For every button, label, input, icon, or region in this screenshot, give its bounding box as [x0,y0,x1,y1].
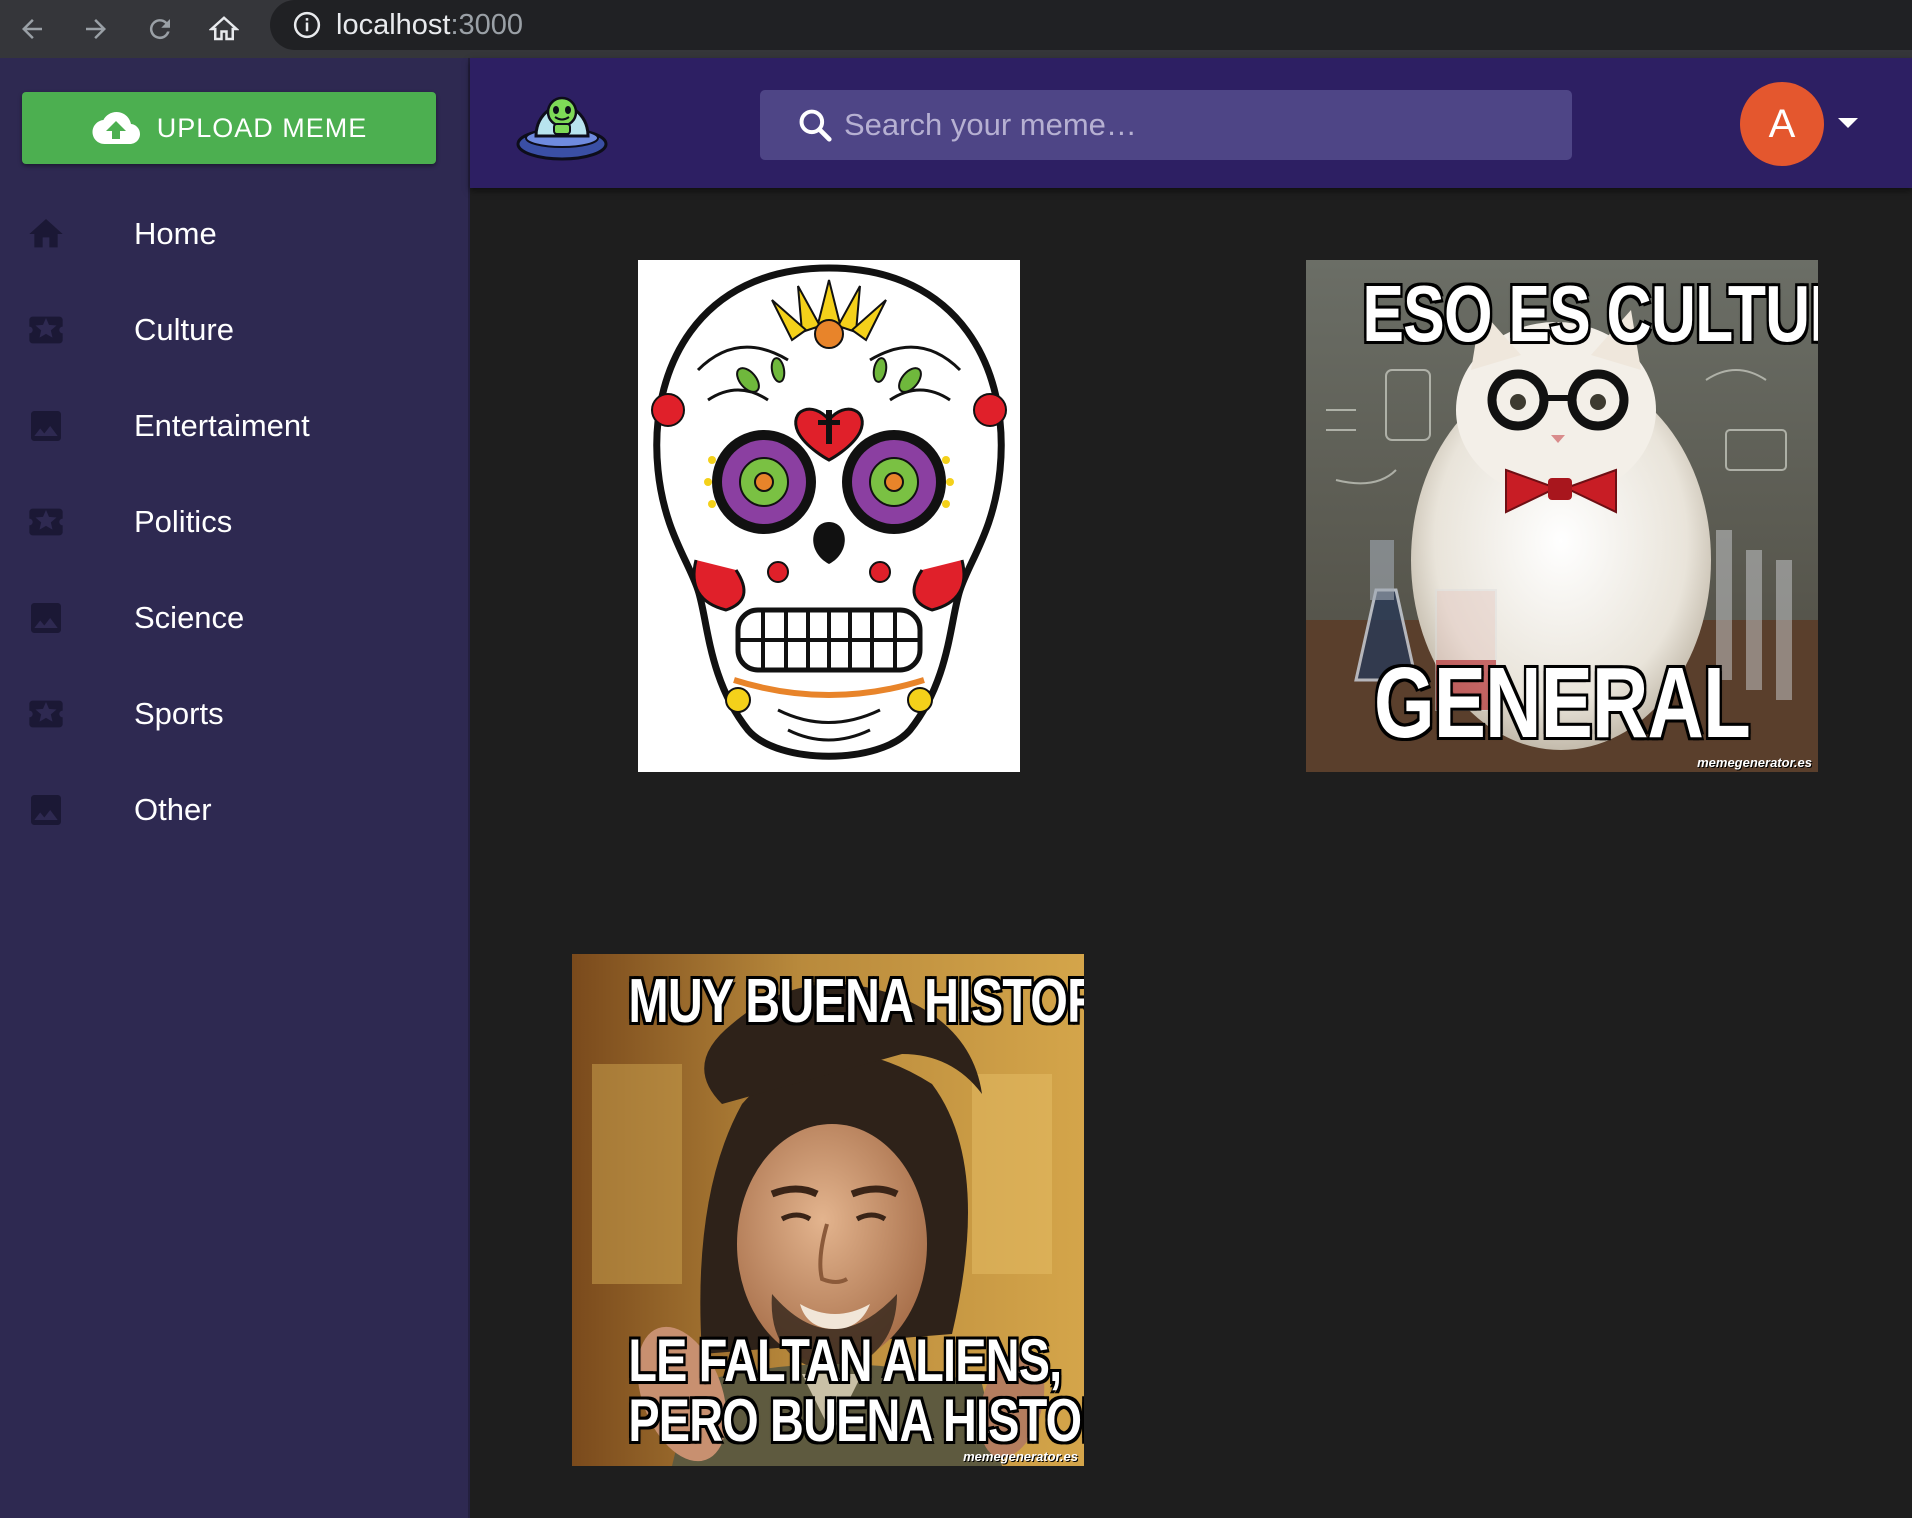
upload-meme-button[interactable]: UPLOAD MEME [22,92,436,164]
sidebar-item-sports[interactable]: Sports [0,666,470,762]
sidebar-item-entertaiment[interactable]: Entertaiment [0,378,470,474]
meme-bottom-text-line-2: PERO BUENA HISTORIA [628,1387,1084,1454]
forward-button[interactable] [64,0,128,58]
image-icon [26,790,66,830]
meme-top-text: ESO ES CULTURA [1362,269,1818,358]
sidebar-item-label: Sports [134,696,224,731]
sidebar-item-home[interactable]: Home [0,186,470,282]
chevron-down-icon[interactable] [1838,118,1858,128]
avatar[interactable]: A [1740,82,1824,166]
app-header: A [470,58,1912,188]
sidebar-item-politics[interactable]: Politics [0,474,470,570]
meme-bottom-text: GENERAL [1374,647,1751,759]
ticket-star-icon [26,310,66,350]
sidebar-item-science[interactable]: Science [0,570,470,666]
ufo-logo-icon[interactable] [516,82,608,166]
meme-top-text: MUY BUENA HISTORIA [628,967,1084,1036]
sidebar-item-label: Home [134,216,217,251]
sidebar-item-label: Entertaiment [134,408,310,443]
info-icon [293,11,321,39]
sidebar-item-culture[interactable]: Culture [0,282,470,378]
sidebar-item-label: Other [134,792,212,827]
home-icon [26,214,66,254]
arrow-right-icon [86,19,106,39]
reload-icon [149,19,170,40]
sidebar-item-other[interactable]: Other [0,762,470,858]
search-input[interactable] [842,106,1542,144]
sidebar-item-label: Science [134,600,245,635]
image-icon [26,598,66,638]
meme-card-science-cat[interactable]: ESO ES CULTURA GENERAL memegenerator.es [1306,260,1818,772]
meme-bottom-text-line-1: LE FALTAN ALIENS, [628,1327,1062,1394]
meme-watermark: memegenerator.es [1697,755,1812,770]
address-bar[interactable]: localhost:3000 [270,0,1912,50]
reload-button[interactable] [128,0,192,58]
sidebar-item-label: Culture [134,312,234,347]
sidebar: UPLOAD MEME Home Culture Entertaiment Po… [0,58,470,1518]
home-nav-button[interactable] [192,0,256,58]
home-outline-icon [209,16,239,41]
browser-toolbar: localhost:3000 [0,0,1912,58]
url-port: :3000 [450,8,524,41]
cloud-upload-icon [92,112,140,144]
ticket-star-icon [26,502,66,542]
category-menu: Home Culture Entertaiment Politics Scien… [0,186,470,858]
meme-card-sugar-skull[interactable] [638,260,1020,772]
sidebar-item-label: Politics [134,504,233,539]
image-icon [26,406,66,446]
url-host: localhost [336,8,451,41]
search-icon [799,109,832,142]
meme-card-ancient-aliens[interactable]: MUY BUENA HISTORIA LE FALTAN ALIENS, PER… [572,954,1084,1466]
meme-watermark: memegenerator.es [963,1449,1078,1464]
upload-meme-label: UPLOAD MEME [156,112,368,143]
search-bar [760,90,1572,160]
ticket-star-icon [26,694,66,734]
back-button[interactable] [0,0,64,58]
arrow-left-icon [22,19,42,39]
sugar-skull-image [651,264,1007,760]
